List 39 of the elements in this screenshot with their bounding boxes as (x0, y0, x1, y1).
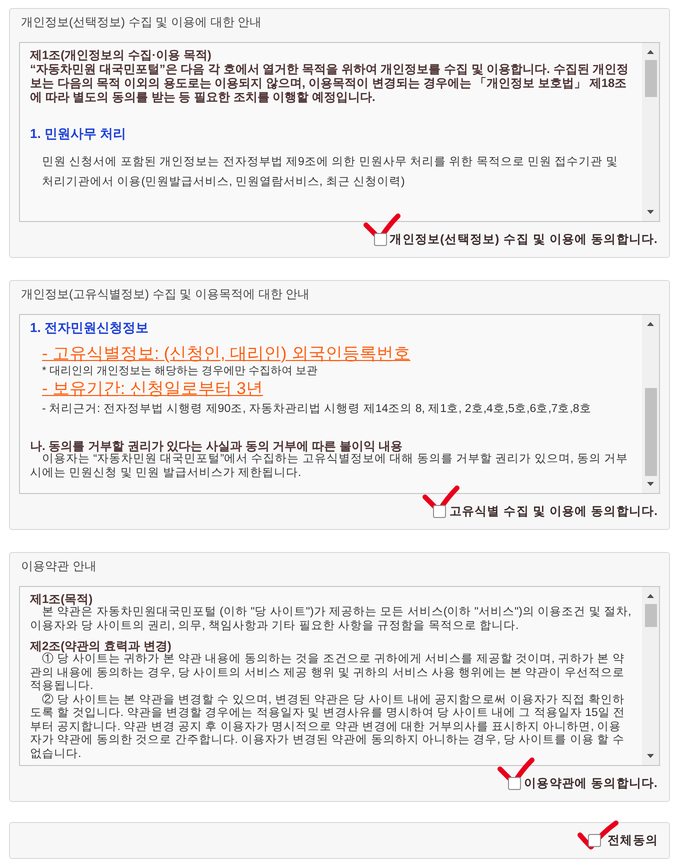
article-heading: 제1조(개인정보의 수집·이용 목적) (30, 48, 212, 62)
scroll-down-icon[interactable] (647, 482, 654, 486)
agree-label[interactable]: 개인정보(선택정보) 수집 및 이용에 동의합니다. (390, 231, 658, 248)
scroll-down-icon[interactable] (647, 210, 654, 214)
section-title: 이용약관 안내 (20, 558, 98, 575)
scroll-down-icon[interactable] (647, 754, 654, 758)
highlight-text: - 보유기간: 신청일로부터 3년 (41, 379, 264, 399)
scrollbar[interactable] (642, 587, 659, 765)
scroll-up-icon[interactable] (647, 594, 654, 598)
section-title: 개인정보(고유식별정보) 수집 및 이용목적에 대한 안내 (20, 286, 311, 303)
paragraph: 이용자는 “자동차민원 대국민포털”에서 수집하는 고유식별정보에 대해 동의를 거부할 권리가 있으며, 동의 거부시에는 민원신청 및 민원 발급서비스가 제한됩니다. (30, 453, 629, 480)
article-heading: 나. 동의를 거부할 권리가 있다는 사실과 동의 거부에 따른 불이익 내용 (30, 439, 403, 453)
all-agree-label[interactable]: 전체동의 (608, 832, 658, 849)
scrollbar[interactable] (642, 315, 659, 493)
agree-checkbox[interactable] (374, 233, 387, 246)
scroll-thumb[interactable] (644, 388, 656, 476)
note-text: * 대리인의 개인정보는 해당하는 경우에만 수집하여 보관 (41, 364, 319, 379)
paragraph: 민원 신청서에 포함된 개인정보는 전자정부법 제9조에 의한 민원사무 처리를 위한 목적으로 민원 접수기관 및 처리기관에서 이용(민원발급서비스, 민원열람서비스, 최근 신청이력) (41, 155, 619, 190)
all-agree-checkbox[interactable] (588, 834, 601, 847)
article-heading: 제1조(목적) (30, 592, 94, 606)
scroll-up-icon[interactable] (647, 322, 654, 326)
agree-label[interactable]: 이용약관에 동의합니다. (524, 775, 658, 792)
scroll-thumb[interactable] (644, 60, 656, 97)
paragraph: 본 약관은 자동차민원대국민포털 (이하 "당 사이트")가 제공하는 모든 서비스(이하 "서비스")의 이용조건 및 절차, 이용자와 당 사이트의 권리, 의무, 책임사항과 기타 필요한 사항을 규정함을 목적으로 합니다. (30, 606, 632, 633)
section-title: 개인정보(선택정보) 수집 및 이용에 대한 안내 (20, 14, 263, 31)
paragraph: ② 당 사이트는 본 약관을 변경할 수 있으며, 변경된 약관은 당 사이트 내에 공지함으로써 이용자가 직접 확인하도록 할 것입니다. 약관을 변경할 경우에는 적용일자 및 변경사유를 명시하여 당 사이트 내에 그 적용일자 15일 전부터 공지합니다. 약관 변경 공지 후 이용자가 명시적으로 약관 변경에 대한 거부의사를 표시하지 아니하면, 이용자가 약관에 동의한 것으로 간주합니다. 이용자가 변경된 약관에 동의하지 아니하는 경우, 당 사이트를 이용 할 수 없습니다. (30, 694, 626, 761)
scroll-up-icon[interactable] (647, 50, 654, 54)
detail-text: - 처리근거: 전자정부법 시행령 제90조, 자동차관리법 시행령 제14조의 8, 제1호, 2호,4호,5호,6호,7호,8호 (41, 402, 592, 417)
list-heading: 1. 전자민원신청정보 (30, 320, 150, 336)
scroll-thumb[interactable] (644, 604, 656, 627)
agree-checkbox[interactable] (508, 777, 522, 790)
article-heading: 제2조(약관의 효력과 변경) (30, 639, 172, 653)
article-text: “자동차민원 대국민포털”은 다음 각 호에서 열거한 목적을 위하여 개인정보를 수집 및 이용합니다. 수집된 개인정보는 다음의 목적 이외의 용도로는 이용되지 않으며, 이용목적이 변경되는 경우에는 「개인정보 보호법」 제18조에 따라 별도의 동의를 받는 등 필요한 조치를 이행할 예정입니다. (30, 62, 630, 104)
agree-label[interactable]: 고유식별 수집 및 이용에 동의합니다. (449, 503, 658, 520)
list-heading: 1. 민원사무 처리 (30, 126, 128, 142)
agree-checkbox[interactable] (433, 505, 446, 518)
highlight-text: - 고유식별정보: (신청인, 대리인) 외국인등록번호 (41, 344, 412, 364)
paragraph: ① 당 사이트는 귀하가 본 약관 내용에 동의하는 것을 조건으로 귀하에게 서비스를 제공할 것이며, 귀하가 본 약관의 내용에 동의하는 경우, 당 사이트의 서비스 제공 행위 및 귀하의 서비스 사용 행위에는 본 약관이 우선적으로 적용됩니다. (30, 653, 626, 694)
scrollbar[interactable] (642, 43, 659, 221)
